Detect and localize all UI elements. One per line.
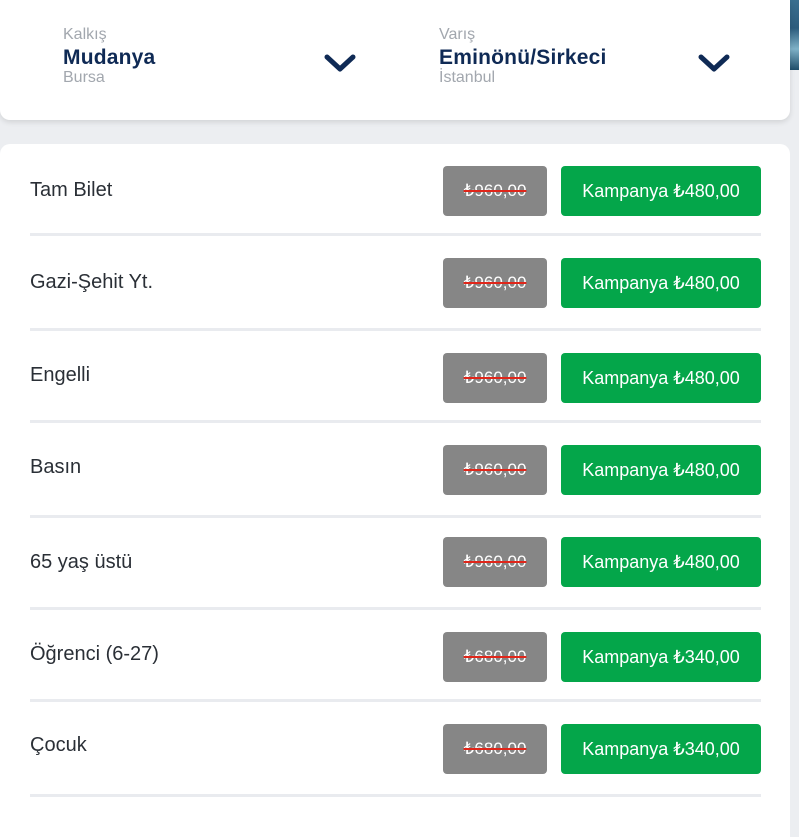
campaign-price-button[interactable]: Kampanya ₺340,00 <box>561 724 761 774</box>
arrival-selector[interactable]: Varış Eminönü/Sirkeci İstanbul <box>439 26 607 86</box>
old-price-badge: ₺960,00 <box>443 258 547 308</box>
chevron-down-icon[interactable] <box>697 52 731 74</box>
fare-row-tam-bilet: Tam Bilet ₺960,00 Kampanya ₺480,00 <box>30 144 761 236</box>
fare-row-65-yas-ustu: 65 yaş üstü ₺960,00 Kampanya ₺480,00 <box>30 518 761 610</box>
fare-row-gazi-sehit: Gazi-Şehit Yt. ₺960,00 Kampanya ₺480,00 <box>30 239 761 331</box>
departure-label: Kalkış <box>63 26 107 43</box>
arrival-city: İstanbul <box>439 69 496 86</box>
fare-type-label: Gazi-Şehit Yt. <box>30 271 154 293</box>
old-price-badge: ₺960,00 <box>443 353 547 403</box>
old-price-badge: ₺960,00 <box>443 445 547 495</box>
arrival-port-name: Eminönü/Sirkeci <box>439 46 607 69</box>
fare-type-label: Tam Bilet <box>30 179 113 201</box>
fare-type-label: 65 yaş üstü <box>30 551 133 573</box>
route-selector-card: Kalkış Mudanya Bursa Varış Eminönü/Sirke… <box>0 0 790 120</box>
chevron-down-icon[interactable] <box>323 52 357 74</box>
departure-port-name: Mudanya <box>63 46 156 69</box>
old-price-badge: ₺680,00 <box>443 724 547 774</box>
campaign-price-button[interactable]: Kampanya ₺480,00 <box>561 537 761 587</box>
fare-row-engelli: Engelli ₺960,00 Kampanya ₺480,00 <box>30 331 761 423</box>
fare-type-label: Engelli <box>30 364 91 386</box>
fare-list: Tam Bilet ₺960,00 Kampanya ₺480,00 Gazi-… <box>0 144 790 837</box>
fare-row-cocuk: Çocuk ₺680,00 Kampanya ₺340,00 <box>30 705 761 797</box>
campaign-price-button[interactable]: Kampanya ₺480,00 <box>561 166 761 216</box>
fare-row-basin: Basın ₺960,00 Kampanya ₺480,00 <box>30 426 761 518</box>
fare-type-label: Basın <box>30 456 82 478</box>
campaign-price-button[interactable]: Kampanya ₺480,00 <box>561 353 761 403</box>
campaign-price-button[interactable]: Kampanya ₺340,00 <box>561 632 761 682</box>
old-price-badge: ₺960,00 <box>443 537 547 587</box>
arrival-label: Varış <box>439 26 476 43</box>
old-price-badge: ₺680,00 <box>443 632 547 682</box>
departure-selector[interactable]: Kalkış Mudanya Bursa <box>63 26 156 86</box>
departure-city: Bursa <box>63 69 105 86</box>
fare-type-label: Çocuk <box>30 734 87 756</box>
fare-type-label: Öğrenci (6-27) <box>30 643 159 665</box>
old-price-badge: ₺960,00 <box>443 166 547 216</box>
campaign-price-button[interactable]: Kampanya ₺480,00 <box>561 258 761 308</box>
campaign-price-button[interactable]: Kampanya ₺480,00 <box>561 445 761 495</box>
fare-row-ogrenci: Öğrenci (6-27) ₺680,00 Kampanya ₺340,00 <box>30 610 761 702</box>
